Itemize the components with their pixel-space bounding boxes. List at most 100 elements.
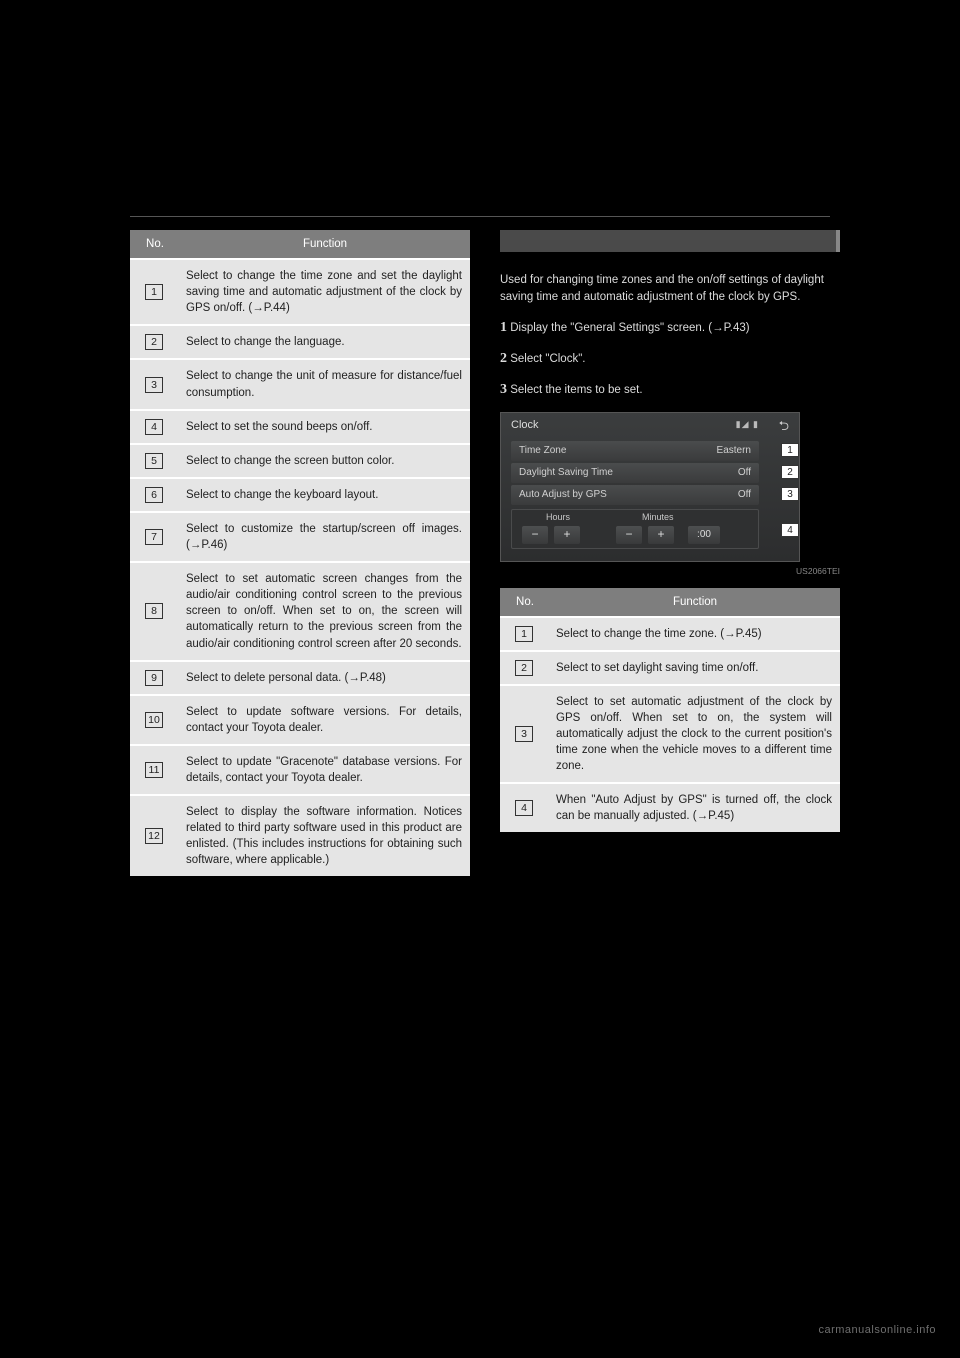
row-number: 4	[515, 800, 533, 816]
row-function: When "Auto Adjust by GPS" is turned off,…	[550, 783, 840, 832]
row-function: Select to change the time zone. (→P.45)	[550, 617, 840, 651]
table-header-row: No. Function	[500, 588, 840, 617]
row-function: Select to set automatic adjustment of th…	[550, 685, 840, 783]
ss-title: Clock	[511, 419, 539, 431]
row-number: 4	[145, 419, 163, 435]
table-header-row: No. Function	[130, 230, 470, 259]
table-row: 4 When "Auto Adjust by GPS" is turned off…	[500, 783, 840, 832]
step-number: 1	[500, 320, 507, 335]
step-2: 2 Select "Clock".	[500, 348, 840, 369]
screenshot-code: US2066TEI	[796, 566, 840, 576]
header-no: No.	[500, 588, 550, 617]
row-value: Off	[738, 489, 751, 500]
callout-2: 2	[781, 465, 799, 479]
row-number: 5	[145, 453, 163, 469]
seconds-reset-button[interactable]: :00	[688, 526, 720, 544]
row-number: 10	[145, 712, 163, 728]
table-row: 9 Select to delete personal data. (→P.48)	[130, 661, 470, 695]
row-number: 11	[145, 762, 163, 778]
row-function: Select to update software versions. For …	[180, 695, 470, 745]
row-function: Select to customize the startup/screen o…	[180, 512, 470, 562]
row-auto-adjust[interactable]: Auto Adjust by GPS Off	[511, 485, 759, 505]
row-value: Eastern	[717, 445, 751, 456]
row-time-zone[interactable]: Time Zone Eastern	[511, 441, 759, 461]
clock-screenshot: Clock ▮◢ ▮ ⮌ Time Zone Eastern Daylight …	[500, 412, 800, 562]
table-row: 2 Select to change the language.	[130, 325, 470, 359]
table-row: 12 Select to display the software informa…	[130, 795, 470, 876]
right-column: Used for changing time zones and the on/…	[500, 230, 840, 832]
clock-settings-table: No. Function 1 Select to change the time …	[500, 588, 840, 833]
step-ref: (→P.43)	[708, 322, 749, 334]
footer-watermark: carmanualsonline.info	[818, 1324, 936, 1336]
general-settings-table: No. Function 1 Select to change the time …	[130, 230, 470, 876]
table-row: 8 Select to set automatic screen changes …	[130, 562, 470, 660]
header-no: No.	[130, 230, 180, 259]
row-number: 12	[145, 828, 163, 844]
step-text: Display the "General Settings" screen.	[510, 322, 705, 334]
step-number: 2	[500, 351, 507, 366]
signal-icon: ▮◢ ▮	[736, 419, 759, 430]
callout-1: 1	[781, 443, 799, 457]
minutes-minus-button[interactable]: −	[616, 526, 642, 544]
row-function: Select to set daylight saving time on/of…	[550, 651, 840, 685]
row-function: Select to delete personal data. (→P.48)	[180, 661, 470, 695]
minutes-plus-button[interactable]: +	[648, 526, 674, 544]
step-1: 1 Display the "General Settings" screen.…	[500, 317, 840, 338]
row-function: Select to set the sound beeps on/off.	[180, 410, 470, 444]
page: No. Function 1 Select to change the time …	[0, 0, 960, 1358]
step-3: 3 Select the items to be set.	[500, 379, 840, 400]
back-icon[interactable]: ⮌	[779, 417, 791, 439]
hours-minutes-panel: Hours Minutes − + − + :00	[511, 509, 759, 549]
row-function: Select to change the language.	[180, 325, 470, 359]
left-column: No. Function 1 Select to change the time …	[130, 230, 470, 876]
step-text: Select the items to be set.	[510, 384, 642, 396]
section-header-bar	[500, 230, 840, 252]
header-function: Function	[550, 588, 840, 617]
table-row: 1 Select to change the time zone and set …	[130, 259, 470, 325]
callout-3: 3	[781, 487, 799, 501]
row-number: 1	[145, 284, 163, 300]
row-value: Off	[738, 467, 751, 478]
row-number: 3	[515, 726, 533, 742]
row-number: 2	[515, 660, 533, 676]
spacer	[500, 568, 840, 588]
hours-label: Hours	[546, 512, 570, 522]
row-number: 3	[145, 377, 163, 393]
row-number: 6	[145, 487, 163, 503]
row-function: Select to display the software informati…	[180, 795, 470, 876]
hours-minus-button[interactable]: −	[522, 526, 548, 544]
table-row: 1 Select to change the time zone. (→P.45)	[500, 617, 840, 651]
table-row: 5 Select to change the screen button colo…	[130, 444, 470, 478]
row-number: 1	[515, 626, 533, 642]
intro-text: Used for changing time zones and the on/…	[500, 272, 840, 400]
row-function: Select to set automatic screen changes f…	[180, 562, 470, 660]
row-label: Time Zone	[519, 445, 566, 456]
table-row: 11 Select to update "Gracenote" database …	[130, 745, 470, 795]
row-number: 9	[145, 670, 163, 686]
row-number: 7	[145, 529, 163, 545]
table-row: 6 Select to change the keyboard layout.	[130, 478, 470, 512]
table-row: 7 Select to customize the startup/screen …	[130, 512, 470, 562]
row-daylight-saving[interactable]: Daylight Saving Time Off	[511, 463, 759, 483]
intro-paragraph: Used for changing time zones and the on/…	[500, 272, 840, 307]
row-number: 2	[145, 334, 163, 350]
hours-plus-button[interactable]: +	[554, 526, 580, 544]
row-function: Select to change the keyboard layout.	[180, 478, 470, 512]
callout-4: 4	[781, 523, 799, 537]
table-row: 2 Select to set daylight saving time on/o…	[500, 651, 840, 685]
step-number: 3	[500, 382, 507, 397]
table-row: 4 Select to set the sound beeps on/off.	[130, 410, 470, 444]
row-number: 8	[145, 603, 163, 619]
row-function: Select to change the unit of measure for…	[180, 359, 470, 409]
header-function: Function	[180, 230, 470, 259]
table-row: 10 Select to update software versions. Fo…	[130, 695, 470, 745]
step-text: Select "Clock".	[510, 353, 585, 365]
row-label: Auto Adjust by GPS	[519, 489, 607, 500]
screenshot-wrapper: Clock ▮◢ ▮ ⮌ Time Zone Eastern Daylight …	[500, 412, 840, 562]
divider	[130, 216, 830, 217]
table-row: 3 Select to change the unit of measure fo…	[130, 359, 470, 409]
row-function: Select to change the screen button color…	[180, 444, 470, 478]
row-function: Select to update "Gracenote" database ve…	[180, 745, 470, 795]
minutes-label: Minutes	[642, 512, 674, 522]
row-function: Select to change the time zone and set t…	[180, 259, 470, 325]
